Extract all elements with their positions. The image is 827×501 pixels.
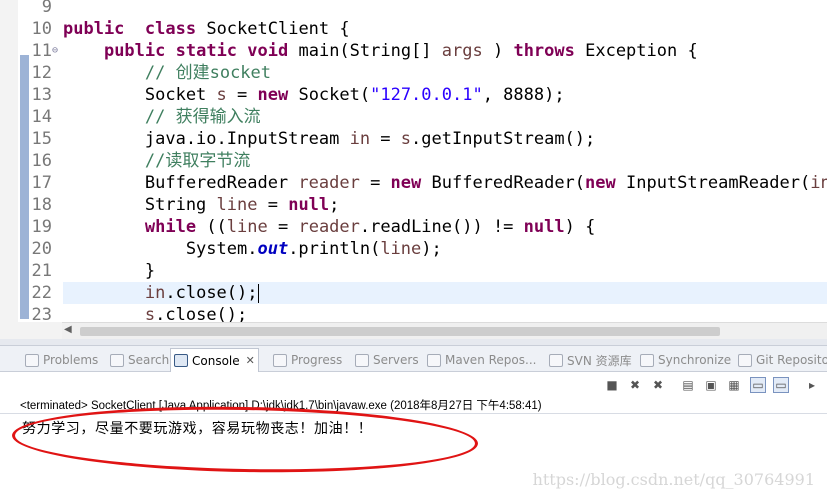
line-number: 10 xyxy=(31,19,52,39)
code-text: Socket s = new Socket("127.0.0.1", 8888)… xyxy=(63,85,565,105)
word-wrap-icon[interactable]: ▦ xyxy=(726,377,742,393)
code-line[interactable]: 19 while ((line = reader.readLine()) != … xyxy=(0,216,827,238)
tab-label: Git Reposito xyxy=(756,353,827,367)
pane-separator[interactable] xyxy=(0,339,827,346)
code-line[interactable]: 20 System.out.println(line); xyxy=(0,238,827,260)
line-number: 23 xyxy=(31,305,52,322)
maven-icon xyxy=(427,353,441,367)
line-number: 14 xyxy=(31,107,52,127)
console-icon xyxy=(174,354,188,367)
git-icon xyxy=(738,353,752,367)
scroll-left-icon[interactable]: ◀ xyxy=(64,324,72,335)
editor-bottom-corner xyxy=(0,322,62,339)
code-line[interactable]: 17 BufferedReader reader = new BufferedR… xyxy=(0,172,827,194)
code-text: public class SocketClient { xyxy=(63,19,350,39)
tab-label: Servers xyxy=(373,353,419,367)
line-number: 12 xyxy=(31,63,52,83)
code-line[interactable]: 16 //读取字节流 xyxy=(0,150,827,172)
tab-label: SVN 资源库 xyxy=(567,353,632,368)
tab-label: Search xyxy=(128,353,170,367)
code-line[interactable]: 11 ⊖ public static void main(String[] arg… xyxy=(0,40,827,62)
tab-maven-repos[interactable]: Maven Repos... xyxy=(424,349,539,371)
line-number: 20 xyxy=(31,239,52,259)
line-number: 16 xyxy=(31,151,52,171)
line-number: 15 xyxy=(31,129,52,149)
code-line[interactable]: 9 xyxy=(0,0,827,18)
code-text: // 获得输入流 xyxy=(144,107,261,127)
code-text: java.io.InputStream in = s.getInputStrea… xyxy=(63,129,596,149)
tab-search[interactable]: Search xyxy=(107,349,172,371)
show-on-stderr-icon[interactable]: ▭ xyxy=(773,377,789,393)
close-icon[interactable]: ✕ xyxy=(246,354,255,367)
scrollbar-thumb[interactable] xyxy=(80,327,720,336)
show-on-stdout-icon[interactable]: ▭ xyxy=(750,377,766,393)
tab-label: Synchronize xyxy=(658,353,732,367)
tab-svn[interactable]: SVN 资源库 xyxy=(546,349,635,371)
code-text: while ((line = reader.readLine()) != nul… xyxy=(144,217,596,237)
line-number: 21 xyxy=(31,261,52,281)
synchronize-icon xyxy=(640,353,654,367)
tab-progress[interactable]: Progress xyxy=(270,349,345,371)
tab-console[interactable]: Console ✕ xyxy=(170,348,259,372)
code-text: s.close(); xyxy=(144,305,248,322)
fold-toggle-icon[interactable]: ⊖ xyxy=(52,40,58,62)
line-number: 9 xyxy=(41,0,52,17)
scroll-lock-icon[interactable]: ▣ xyxy=(703,377,719,393)
servers-icon xyxy=(355,353,369,367)
tab-git-reposito[interactable]: Git Reposito xyxy=(735,349,827,371)
code-line[interactable]: 15 java.io.InputStream in = s.getInputSt… xyxy=(0,128,827,150)
code-line[interactable]: 13 Socket s = new Socket("127.0.0.1", 88… xyxy=(0,84,827,106)
code-line[interactable]: 22 in.close(); xyxy=(32,282,827,304)
console-toolbar: ■ ✖ ✖ ▤ ▣ ▦ ▭ ▭ ▸ xyxy=(0,373,827,395)
code-text: BufferedReader reader = new BufferedRead… xyxy=(63,173,827,193)
code-text: public static void main(String[] args ) … xyxy=(103,41,698,61)
line-number: 11 xyxy=(31,41,52,61)
terminate-icon[interactable]: ■ xyxy=(604,377,620,393)
tab-servers[interactable]: Servers xyxy=(352,349,422,371)
code-line[interactable]: 12 // 创建socket xyxy=(0,62,827,84)
code-text: in.close(); xyxy=(144,283,259,303)
problems-icon xyxy=(25,353,39,367)
remove-launch-icon[interactable]: ✖ xyxy=(627,377,643,393)
line-number: 19 xyxy=(31,217,52,237)
clear-console-icon[interactable]: ▤ xyxy=(680,377,696,393)
tab-synchronize[interactable]: Synchronize xyxy=(637,349,734,371)
code-text: } xyxy=(63,261,156,281)
line-number: 17 xyxy=(31,173,52,193)
code-text: //读取字节流 xyxy=(144,151,251,171)
code-line[interactable]: 10 public class SocketClient { xyxy=(0,18,827,40)
text-caret xyxy=(257,283,259,303)
line-number: 18 xyxy=(31,195,52,215)
code-text: // 创建socket xyxy=(144,63,272,83)
code-line[interactable]: 14 // 获得输入流 xyxy=(0,106,827,128)
tab-label: Progress xyxy=(291,353,343,367)
search-icon xyxy=(110,353,124,367)
tab-label: Maven Repos... xyxy=(445,353,537,367)
watermark: https://blog.csdn.net/qq_30764991 xyxy=(532,470,815,489)
line-number: 13 xyxy=(31,85,52,105)
code-line[interactable]: 21 } xyxy=(0,260,827,282)
tab-label: Problems xyxy=(43,353,99,367)
code-line[interactable]: 23 s.close(); xyxy=(0,304,827,322)
horizontal-scrollbar[interactable]: ◀ xyxy=(62,322,827,339)
tab-problems[interactable]: Problems xyxy=(22,349,101,371)
code-text: System.out.println(line); xyxy=(63,239,442,259)
svn-icon xyxy=(549,353,563,367)
code-editor[interactable]: 9 10 public class SocketClient {11 ⊖ public… xyxy=(0,0,827,322)
progress-icon xyxy=(273,353,287,367)
pin-console-icon[interactable]: ▸ xyxy=(804,377,820,393)
code-text: String line = null; xyxy=(63,195,340,215)
code-line[interactable]: 18 String line = null; xyxy=(0,194,827,216)
view-tab-bar: Problems Search Console ✕ Progress Servers Mav… xyxy=(0,346,827,372)
line-number: 22 xyxy=(31,283,52,303)
remove-all-terminated-icon[interactable]: ✖ xyxy=(650,377,666,393)
tab-label: Console xyxy=(192,353,240,368)
